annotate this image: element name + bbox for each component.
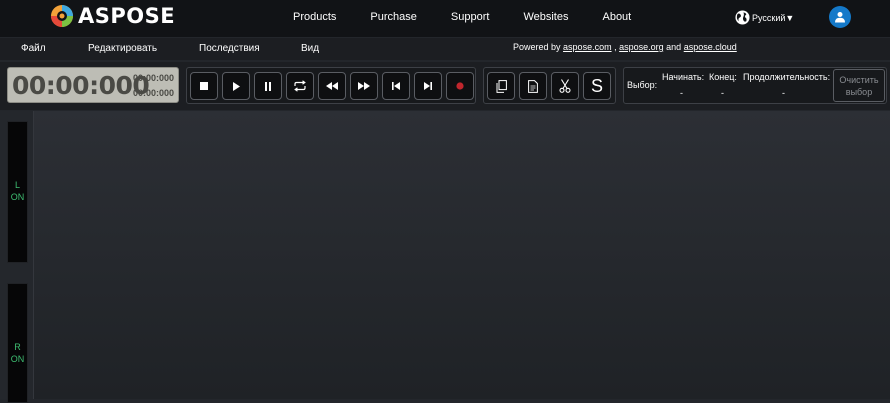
nav-support[interactable]: Support <box>451 11 490 23</box>
menu-file[interactable]: Файл <box>21 43 46 54</box>
left-channel-name: L <box>14 180 20 190</box>
aspose-logo-icon <box>51 5 73 27</box>
selection-label: Выбор: <box>627 80 658 90</box>
selection-duration-label: Продолжительность: <box>743 72 831 82</box>
scissors-icon <box>559 79 571 93</box>
skip-to-start-button[interactable] <box>382 72 410 100</box>
cut-button[interactable] <box>551 72 579 100</box>
rewind-icon <box>326 82 338 90</box>
powered-sep-comma: , <box>614 42 617 52</box>
toolbar: 00:00:000 00:00:000 00:00:000 S Выбор: Н… <box>0 62 890 110</box>
time-main: 00:00:000 <box>12 71 150 100</box>
link-aspose-com[interactable]: aspose.com <box>563 42 612 52</box>
loop-button[interactable] <box>286 72 314 100</box>
channel-sidebar: L ON R ON <box>0 111 34 403</box>
globe-icon <box>735 10 750 25</box>
loop-icon <box>294 80 306 92</box>
powered-by: Powered by aspose.com , aspose.org and a… <box>513 42 737 52</box>
nav-websites[interactable]: Websites <box>523 11 568 23</box>
fast-forward-button[interactable] <box>350 72 378 100</box>
pause-button[interactable] <box>254 72 282 100</box>
right-channel-name: R <box>14 342 21 352</box>
time-sub-start: 00:00:000 <box>132 73 174 83</box>
aspose-logo[interactable]: ASPOSE <box>50 2 175 30</box>
copy-icon <box>496 79 507 93</box>
top-bar: ASPOSE Products Purchase Support Website… <box>0 0 890 37</box>
letter-s-icon: S <box>591 77 603 95</box>
menu-effects[interactable]: Последствия <box>199 43 260 54</box>
clear-selection-label-line1: Очистить <box>839 75 879 85</box>
skip-forward-icon <box>424 82 432 90</box>
selection-end-label: Конец: <box>709 72 737 82</box>
waveform-area[interactable]: L ON R ON <box>0 111 890 403</box>
fast-forward-icon <box>358 82 370 90</box>
language-selector[interactable]: Русский▼ <box>735 10 794 25</box>
nav-about[interactable]: About <box>602 11 631 23</box>
silence-button[interactable]: S <box>583 72 611 100</box>
clear-selection-button[interactable]: Очистить выбор <box>833 69 885 102</box>
rewind-button[interactable] <box>318 72 346 100</box>
user-account-button[interactable] <box>829 6 851 28</box>
edit-controls: S <box>483 67 616 104</box>
powered-by-text: Powered by <box>513 42 561 52</box>
transport-controls <box>186 67 476 104</box>
svg-text:S: S <box>591 77 603 95</box>
record-icon <box>456 82 464 90</box>
clear-selection-label-line2: выбор <box>845 87 873 97</box>
link-aspose-org[interactable]: aspose.org <box>619 42 664 52</box>
menu-edit[interactable]: Редактировать <box>88 43 157 54</box>
play-button[interactable] <box>222 72 250 100</box>
stop-icon <box>200 82 208 90</box>
menu-view[interactable]: Вид <box>301 43 319 54</box>
right-channel-state: ON <box>10 354 25 364</box>
selection-info: Выбор: Начинать: - Конец: - Продолжитель… <box>623 67 887 104</box>
paste-button[interactable] <box>519 72 547 100</box>
skip-to-end-button[interactable] <box>414 72 442 100</box>
powered-sep-and: and <box>666 42 682 52</box>
pause-icon <box>265 81 271 91</box>
nav-products[interactable]: Products <box>293 11 336 23</box>
brand-name: ASPOSE <box>78 4 176 28</box>
play-icon <box>233 81 240 91</box>
document-icon <box>528 79 538 93</box>
user-icon <box>835 12 845 23</box>
copy-button[interactable] <box>487 72 515 100</box>
top-nav: Products Purchase Support Websites About <box>293 11 665 23</box>
language-label: Русский▼ <box>752 12 795 23</box>
selection-duration-value: - <box>782 88 785 98</box>
left-channel-state: ON <box>10 192 25 202</box>
selection-start-label: Начинать: <box>662 72 705 82</box>
link-aspose-cloud[interactable]: aspose.cloud <box>684 42 737 52</box>
time-sub-end: 00:00:000 <box>132 88 174 98</box>
right-channel-toggle[interactable]: R ON <box>7 283 28 403</box>
selection-start-value: - <box>680 88 683 98</box>
stop-button[interactable] <box>190 72 218 100</box>
skip-back-icon <box>392 82 400 90</box>
time-display: 00:00:000 00:00:000 00:00:000 <box>7 67 179 103</box>
record-button[interactable] <box>446 72 474 100</box>
left-channel-toggle[interactable]: L ON <box>7 121 28 263</box>
menu-bar: Файл Редактировать Последствия Вид Power… <box>0 38 890 60</box>
nav-purchase[interactable]: Purchase <box>370 11 416 23</box>
selection-end-value: - <box>721 88 724 98</box>
